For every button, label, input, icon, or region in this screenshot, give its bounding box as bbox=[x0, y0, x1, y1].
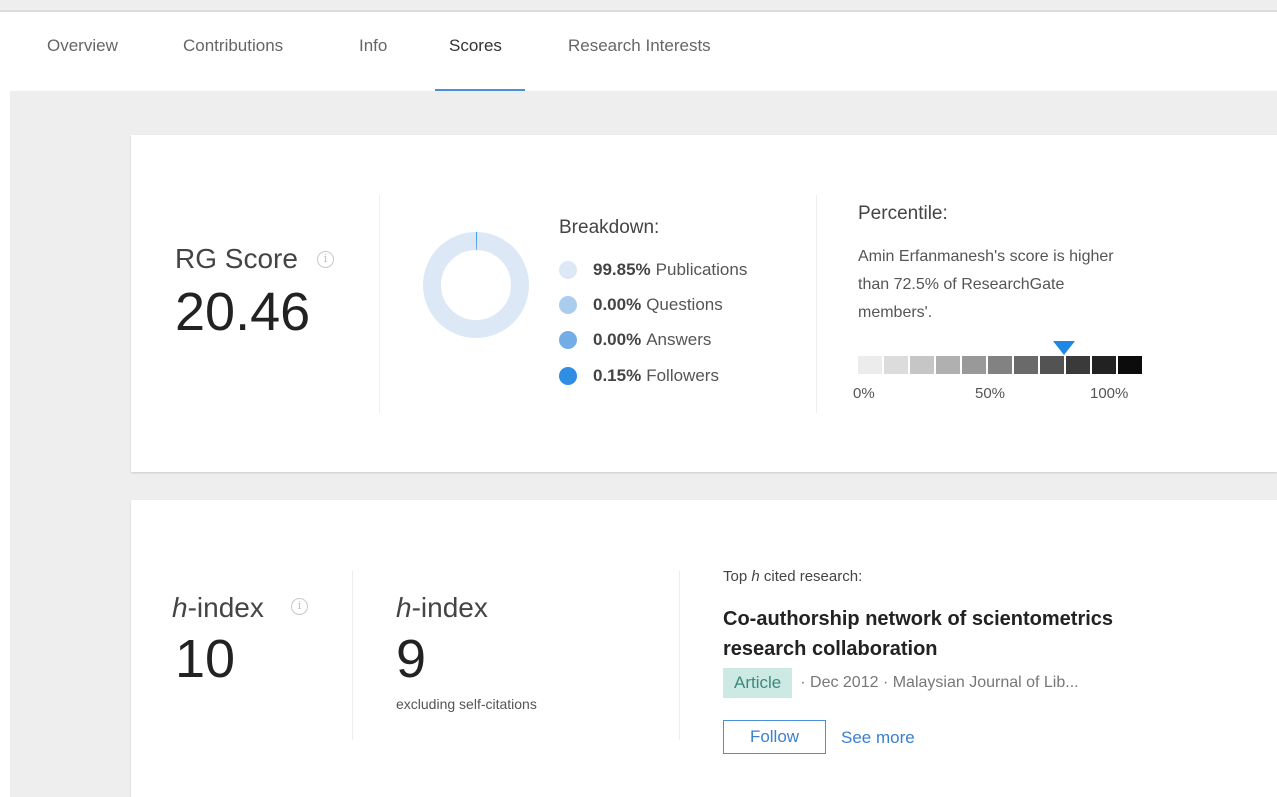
tab-info[interactable]: Info bbox=[359, 36, 387, 56]
percentile-title: Percentile: bbox=[858, 203, 948, 224]
percentile-scale-bar bbox=[858, 356, 1142, 374]
percentile-segment bbox=[910, 356, 934, 374]
divider bbox=[816, 195, 817, 413]
top-cited-heading-prefix: Top bbox=[723, 568, 752, 585]
publication-meta: Article · Dec 2012 · Malaysian Journal o… bbox=[723, 667, 1079, 699]
breakdown-item-questions: 0.00% Questions bbox=[559, 294, 723, 316]
info-icon[interactable]: i bbox=[317, 251, 334, 268]
breakdown-donut-chart bbox=[423, 232, 529, 338]
legend-dot bbox=[559, 367, 577, 385]
top-cited-heading: Top h cited research: bbox=[723, 568, 862, 585]
percentile-segment bbox=[1066, 356, 1090, 374]
breakdown-item-answers: 0.00% Answers bbox=[559, 329, 711, 351]
percentile-segment bbox=[1092, 356, 1116, 374]
h-index-label: h-index bbox=[172, 592, 264, 624]
h-index-excl-value: 9 bbox=[396, 629, 427, 689]
percentile-tick-100: 100% bbox=[1090, 385, 1129, 402]
top-cited-heading-italic: h bbox=[751, 568, 760, 585]
h-index-excl-label-rest: -index bbox=[411, 592, 488, 623]
breakdown-title: Breakdown: bbox=[559, 217, 660, 238]
tab-overview[interactable]: Overview bbox=[47, 36, 118, 56]
breakdown-label: Publications bbox=[655, 260, 748, 279]
tab-research-interests[interactable]: Research Interests bbox=[568, 36, 711, 56]
divider bbox=[379, 195, 380, 413]
percentile-tick-50: 50% bbox=[975, 385, 1006, 402]
h-index-label-italic: h bbox=[172, 592, 188, 623]
breakdown-label: Questions bbox=[646, 295, 723, 314]
h-index-value: 10 bbox=[175, 629, 236, 689]
percentile-segment bbox=[858, 356, 882, 374]
h-index-excl-label: h-index bbox=[396, 592, 488, 624]
info-icon[interactable]: i bbox=[291, 598, 308, 615]
publication-title-link[interactable]: Co-authorship network of scientometrics … bbox=[723, 604, 1183, 664]
rg-score-value: 20.46 bbox=[175, 282, 311, 342]
h-index-label-rest: -index bbox=[187, 592, 264, 623]
breakdown-label: Answers bbox=[646, 330, 712, 349]
h-index-excl-sub: excluding self-citations bbox=[396, 696, 537, 712]
top-cited-heading-suffix: cited research: bbox=[759, 568, 863, 585]
percentile-segment bbox=[1118, 356, 1142, 374]
breakdown-label: Followers bbox=[646, 366, 719, 385]
breakdown-percent: 99.85% bbox=[593, 260, 651, 279]
percentile-segment bbox=[884, 356, 908, 374]
divider bbox=[352, 570, 353, 740]
rg-score-label: RG Score bbox=[175, 243, 298, 274]
see-more-link[interactable]: See more bbox=[841, 728, 915, 748]
donut-slice-publications bbox=[423, 232, 529, 338]
rg-score-card: RG Score i 20.46 Breakdown: 99.85% Publi… bbox=[131, 135, 1277, 472]
percentile-segment bbox=[1040, 356, 1064, 374]
tab-contributions[interactable]: Contributions bbox=[183, 36, 283, 56]
left-gutter bbox=[0, 91, 10, 797]
breakdown-item-publications: 99.85% Publications bbox=[559, 259, 747, 281]
publication-type-badge: Article bbox=[723, 668, 793, 698]
percentile-segment bbox=[962, 356, 986, 374]
percentile-segment bbox=[1014, 356, 1038, 374]
h-index-excl-label-italic: h bbox=[396, 592, 412, 623]
percentile-marker bbox=[1052, 341, 1075, 355]
tab-scores[interactable]: Scores bbox=[449, 36, 502, 56]
divider bbox=[679, 570, 680, 740]
percentile-description: Amin Erfanmanesh's score is higher than … bbox=[858, 248, 1114, 321]
breakdown-item-followers: 0.15% Followers bbox=[559, 365, 719, 387]
legend-dot bbox=[559, 296, 577, 314]
h-index-card: h-index i 10 h-index 9 excluding self-ci… bbox=[131, 500, 1277, 797]
active-tab-indicator bbox=[435, 89, 525, 91]
percentile-segment bbox=[988, 356, 1012, 374]
follow-button[interactable]: Follow bbox=[723, 720, 826, 754]
breakdown-percent: 0.00% bbox=[593, 330, 642, 349]
profile-tab-bar: Overview Contributions Info Scores Resea… bbox=[0, 12, 1277, 91]
breakdown-percent: 0.00% bbox=[593, 295, 642, 314]
breakdown-percent: 0.15% bbox=[593, 366, 642, 385]
publication-meta-text: · Dec 2012 · Malaysian Journal of Lib... bbox=[800, 674, 1079, 691]
legend-dot bbox=[559, 261, 577, 279]
legend-dot bbox=[559, 331, 577, 349]
percentile-tick-0: 0% bbox=[853, 385, 875, 402]
percentile-segment bbox=[936, 356, 960, 374]
